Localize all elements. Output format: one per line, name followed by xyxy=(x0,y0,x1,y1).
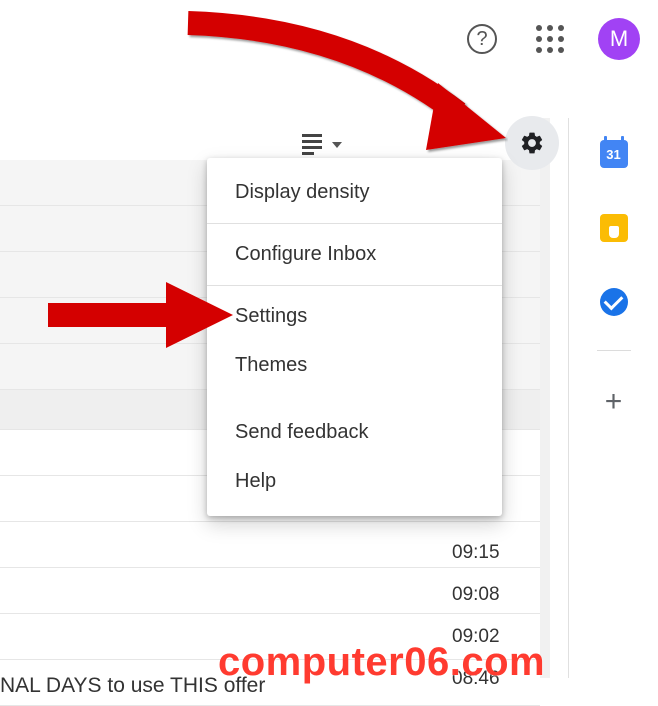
settings-gear-button[interactable] xyxy=(505,116,559,170)
email-time: 09:08 xyxy=(452,584,500,606)
account-avatar[interactable]: M xyxy=(598,18,640,60)
keep-notes-icon[interactable] xyxy=(600,214,628,242)
menu-item-themes[interactable]: Themes xyxy=(207,341,502,390)
settings-dropdown-menu: Display density Configure Inbox Settings… xyxy=(207,158,502,516)
screenshot-canvas: ? M Display density Configure Inbox Sett… xyxy=(0,0,658,698)
add-addon-button[interactable]: + xyxy=(605,385,623,419)
menu-item-settings[interactable]: Settings xyxy=(207,292,502,341)
menu-gap xyxy=(207,390,502,408)
email-time: 09:15 xyxy=(452,542,500,564)
partial-email-subject: NAL DAYS to use THIS offer xyxy=(0,674,265,698)
apps-button[interactable] xyxy=(530,19,570,59)
annotation-arrow xyxy=(38,270,238,360)
menu-divider xyxy=(207,223,502,224)
scrollbar[interactable] xyxy=(540,118,550,678)
apps-grid-icon xyxy=(536,25,564,53)
side-panel: 31 + xyxy=(568,118,658,678)
calendar-icon[interactable]: 31 xyxy=(600,140,628,168)
menu-item-display-density[interactable]: Display density xyxy=(207,168,502,217)
rail-divider xyxy=(597,350,631,351)
menu-divider xyxy=(207,285,502,286)
annotation-arrow xyxy=(168,0,508,168)
gear-icon xyxy=(519,130,545,156)
menu-item-help[interactable]: Help xyxy=(207,457,502,506)
watermark-text: computer06.com xyxy=(218,640,545,685)
menu-item-configure-inbox[interactable]: Configure Inbox xyxy=(207,230,502,279)
tasks-icon[interactable] xyxy=(600,288,628,316)
menu-item-send-feedback[interactable]: Send feedback xyxy=(207,408,502,457)
